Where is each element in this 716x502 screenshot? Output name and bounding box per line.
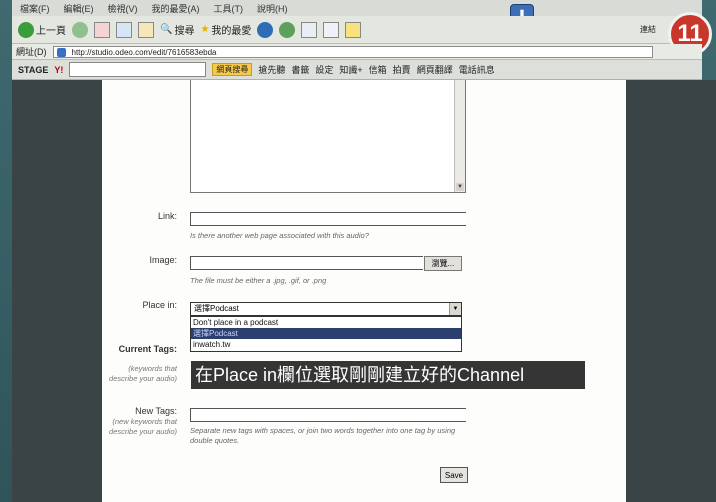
new-tags-input[interactable] <box>190 408 466 422</box>
left-margin <box>12 80 102 502</box>
back-button[interactable]: 上一頁 <box>18 21 66 38</box>
place-in-selected-value: 選擇Podcast <box>194 304 239 313</box>
links-label[interactable]: 連結 <box>640 24 656 35</box>
toolbar-item-translate[interactable]: 網頁翻譯 <box>417 63 453 76</box>
search-label: 搜尋 <box>174 26 195 37</box>
menu-file[interactable]: 檔案(F) <box>20 2 50 15</box>
description-textarea[interactable]: ▼ <box>190 80 466 193</box>
search-button[interactable]: 🔍 搜尋 <box>160 22 194 37</box>
tags-help-text: Separate new tags with spaces, or join t… <box>190 426 456 445</box>
yahoo-toolbar: STAGE Y! 網頁搜尋 搶先聽 書籤 設定 知識+ 信箱 拍賣 網頁翻譯 電… <box>12 60 702 80</box>
search-icon: 🔍 <box>160 24 173 35</box>
image-file-input[interactable] <box>190 256 423 270</box>
right-margin <box>626 80 716 502</box>
history-icon[interactable] <box>279 21 296 38</box>
menu-view[interactable]: 檢視(V) <box>108 2 138 15</box>
star-icon: ★ <box>200 24 210 35</box>
menu-bar: 檔案(F) 編輯(E) 檢視(V) 我的最愛(A) 工具(T) 說明(H) <box>12 0 702 16</box>
address-input[interactable]: http://studio.odeo.com/edit/7616583ebda <box>52 45 653 58</box>
toolbar-item-auction[interactable]: 拍賣 <box>393 63 411 76</box>
toolbar-item-listen[interactable]: 搶先聽 <box>258 63 285 76</box>
refresh-icon[interactable] <box>116 21 132 38</box>
stop-icon[interactable] <box>94 21 110 38</box>
link-label: Link: <box>157 211 177 221</box>
yahoo-search-input[interactable] <box>69 62 207 77</box>
toolbar-item-mail[interactable]: 信箱 <box>369 63 387 76</box>
link-hint: Is there another web page associated wit… <box>190 231 369 240</box>
forward-arrow-icon[interactable] <box>72 21 88 38</box>
save-button[interactable]: Save <box>440 467 468 483</box>
new-tags-hint: (new keywords that describe your audio) <box>109 417 177 436</box>
home-icon[interactable] <box>138 21 154 38</box>
mail-icon[interactable] <box>301 21 318 38</box>
textarea-scrollbar[interactable]: ▼ <box>454 80 465 192</box>
place-in-dropdown: Don't place in a podcast 選擇Podcast inwat… <box>190 316 462 352</box>
back-arrow-icon <box>18 21 34 38</box>
toolbar-item-messages[interactable]: 電話訊息 <box>459 63 495 76</box>
toolbar-item-bookmarks[interactable]: 書籤 <box>291 63 309 76</box>
stage-brand[interactable]: STAGE <box>18 65 48 75</box>
menu-favorites[interactable]: 我的最愛(A) <box>152 2 200 15</box>
option-select-podcast[interactable]: 選擇Podcast <box>191 328 461 339</box>
browse-button[interactable]: 瀏覽... <box>424 256 462 271</box>
yahoo-logo-icon[interactable]: Y! <box>54 65 63 75</box>
image-label: Image: <box>149 255 177 265</box>
place-in-select[interactable]: 選擇Podcast ▼ <box>190 302 462 316</box>
toolbar-item-settings[interactable]: 設定 <box>315 63 333 76</box>
web-search-button[interactable]: 網頁搜尋 <box>212 63 253 76</box>
menu-help[interactable]: 說明(H) <box>257 2 288 15</box>
back-label: 上一頁 <box>36 26 66 37</box>
browser-toolbar: 上一頁 🔍 搜尋 ★ 我的最愛 <box>12 16 702 44</box>
link-input[interactable] <box>190 212 466 226</box>
toolbar-item-knowledge[interactable]: 知識+ <box>339 63 362 76</box>
chevron-down-icon[interactable]: ▼ <box>449 303 461 315</box>
scroll-down-icon[interactable]: ▼ <box>456 183 464 191</box>
image-hint: The file must be either a .jpg, .gif, or… <box>190 276 327 285</box>
current-tags-label: Current Tags: <box>118 344 177 354</box>
new-tags-label: New Tags: <box>135 406 177 416</box>
menu-edit[interactable]: 編輯(E) <box>64 2 94 15</box>
address-bar: 網址(D) http://studio.odeo.com/edit/761658… <box>12 44 702 60</box>
tutorial-caption: 在Place in欄位選取剛剛建立好的Channel <box>191 361 585 389</box>
place-in-label: Place in: <box>142 300 177 310</box>
address-label: 網址(D) <box>16 47 47 57</box>
option-inwatch[interactable]: inwatch.tw <box>191 339 461 350</box>
folder-icon[interactable] <box>345 21 362 38</box>
print-icon[interactable] <box>323 21 340 38</box>
web-page: ▼ Link: Is there another web page associ… <box>102 80 626 502</box>
favorites-label: 我的最愛 <box>211 26 252 37</box>
menu-tools[interactable]: 工具(T) <box>214 2 244 15</box>
option-no-podcast[interactable]: Don't place in a podcast <box>191 317 461 328</box>
media-icon[interactable] <box>257 21 274 38</box>
favorites-button[interactable]: ★ 我的最愛 <box>200 22 251 37</box>
current-tags-hint: (keywords that describe your audio) <box>109 364 177 383</box>
